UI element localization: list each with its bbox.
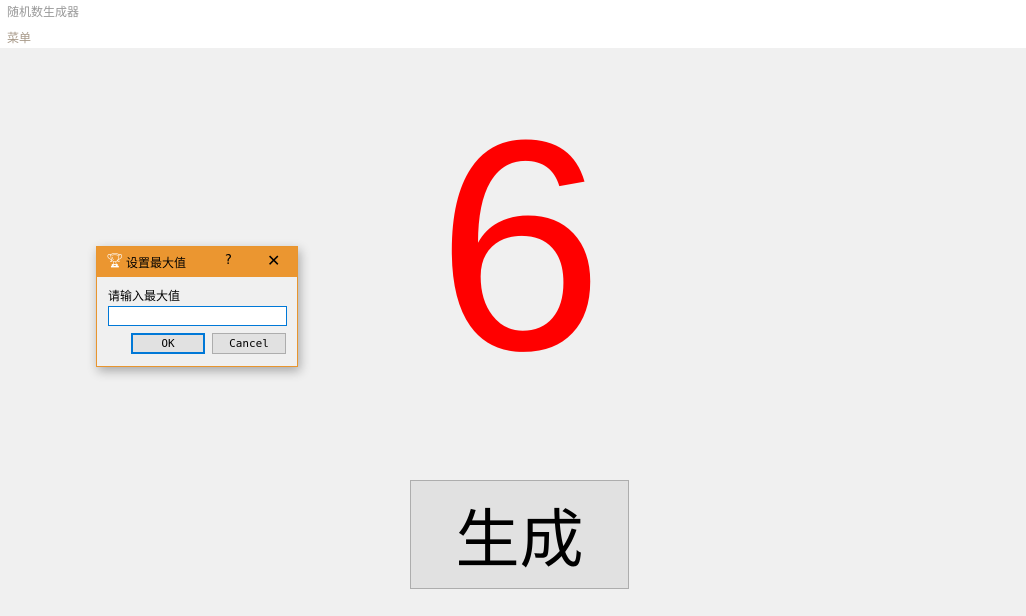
set-max-dialog: 🏆︎ 设置最大值 ? ✕ 请输入最大值 OK Cancel: [96, 246, 298, 367]
prompt-label: 请输入最大值: [108, 289, 181, 303]
ok-button[interactable]: OK: [131, 333, 205, 354]
title-menu-area: 随机数生成器 菜单: [0, 0, 1026, 48]
close-icon[interactable]: ✕: [267, 251, 280, 270]
random-number-display: 6: [436, 77, 604, 413]
help-button[interactable]: ?: [225, 253, 232, 268]
window-title: 随机数生成器: [7, 5, 80, 19]
generate-button[interactable]: 生成: [410, 480, 629, 589]
max-value-input[interactable]: [108, 306, 287, 326]
menu-item[interactable]: 菜单: [7, 29, 31, 46]
cancel-button[interactable]: Cancel: [212, 333, 286, 354]
dialog-title-bar[interactable]: 🏆︎ 设置最大值 ? ✕: [97, 247, 297, 277]
dialog-title: 设置最大值: [126, 256, 187, 270]
trophy-icon: 🏆︎: [106, 253, 124, 269]
